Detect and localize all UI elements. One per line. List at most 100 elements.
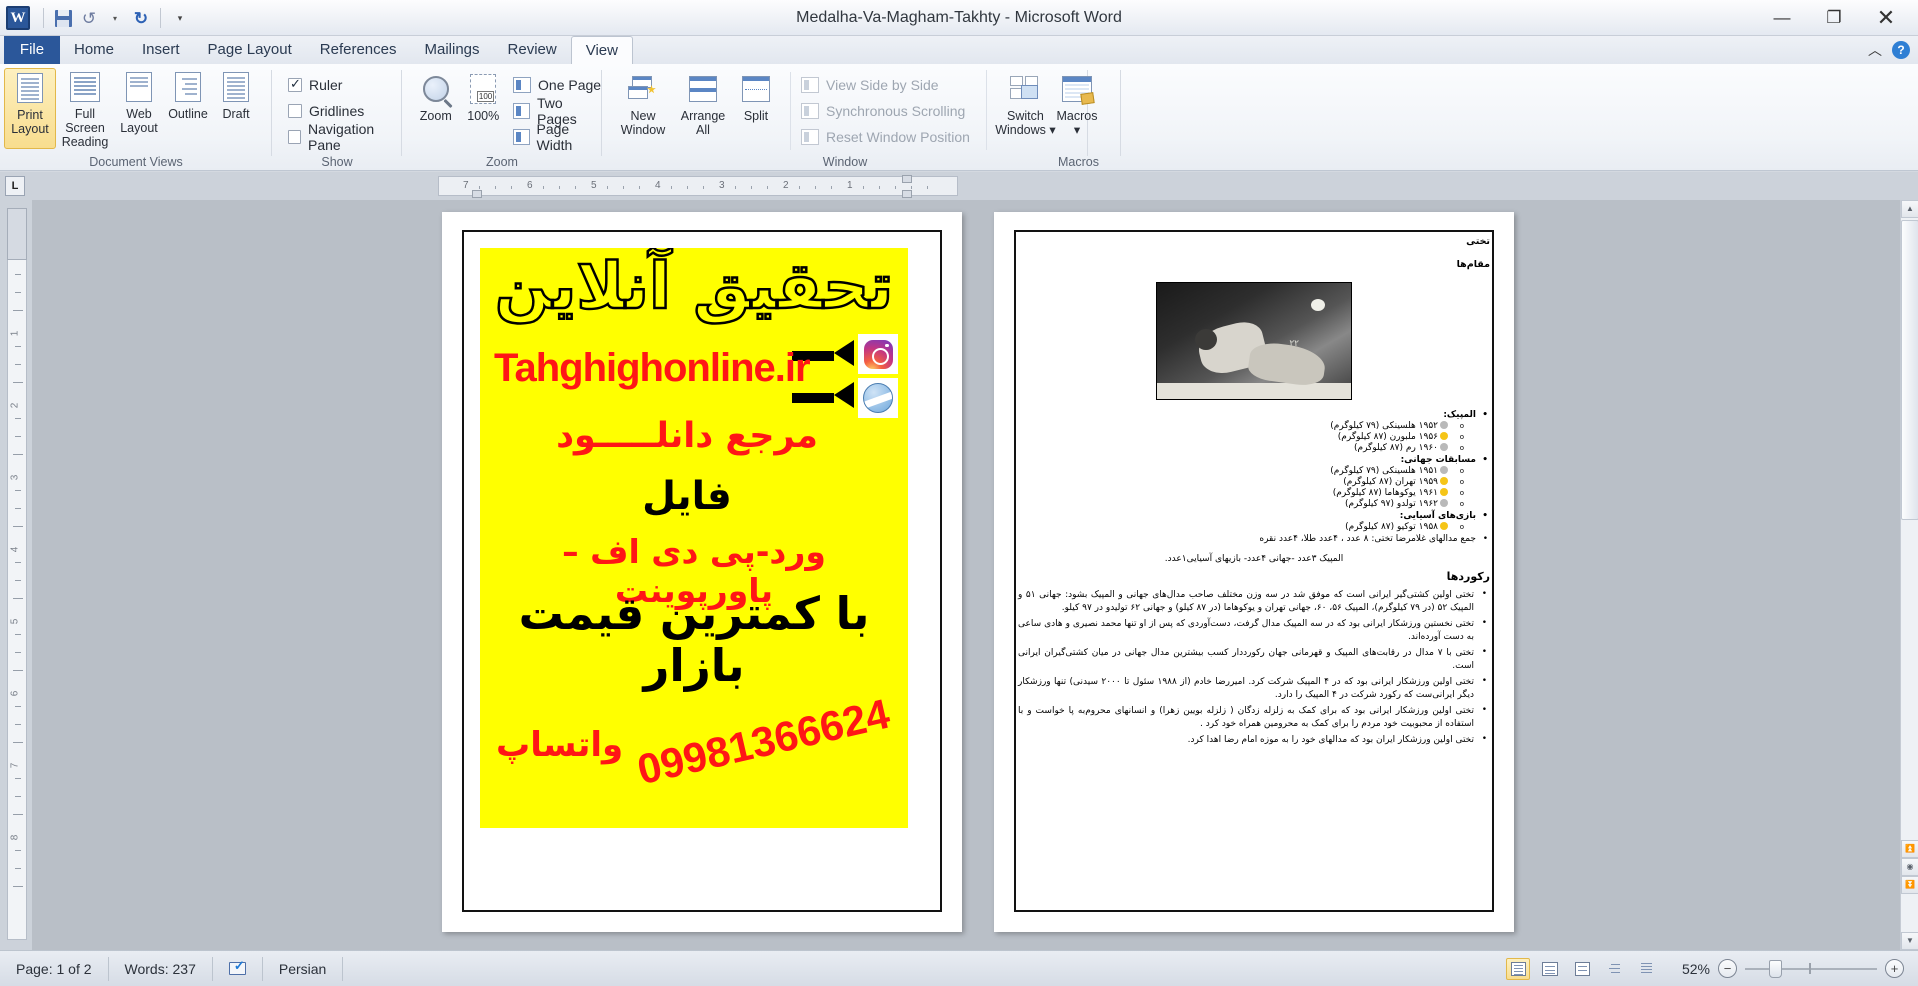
vertical-ruler-margin xyxy=(7,208,27,260)
section-title: مسابقات جهانی: xyxy=(1018,455,1488,465)
minimize-button[interactable]: — xyxy=(1756,3,1808,33)
ad-line-4: فایل xyxy=(642,474,732,519)
indent-marker-left[interactable] xyxy=(472,190,482,198)
previous-page-icon[interactable]: ⏫ xyxy=(1901,840,1918,858)
tab-stop-selector[interactable]: L xyxy=(5,176,25,196)
zoom-100-button[interactable]: 100 100% xyxy=(460,70,508,150)
full-screen-reading-label: Full Screen Reading xyxy=(61,107,109,149)
ruler-mark: 5 xyxy=(591,180,597,191)
indent-marker-right[interactable] xyxy=(902,190,912,198)
split-button[interactable]: Split xyxy=(732,70,780,150)
zoom-100-label: 100% xyxy=(467,109,500,123)
page2-heading-1: تختی xyxy=(1466,236,1490,247)
arrange-all-button[interactable]: Arrange All xyxy=(674,70,732,150)
draft-view-button[interactable] xyxy=(1634,958,1658,980)
zoom-slider[interactable] xyxy=(1745,959,1877,978)
list-item: ۱۹۵۶ ملبورن (۸۷ کیلوگرم) xyxy=(1018,432,1464,442)
title-bar: W ↺ ▾ ↻ ▾ Medalha-Va-Magham-Takhty - Mic… xyxy=(0,0,1918,36)
zoom-button[interactable]: Zoom xyxy=(412,70,460,150)
list-item: ۱۹۶۲ تولدو (۹۷ کیلوگرم) xyxy=(1018,499,1464,509)
page-width-button[interactable]: Page Width xyxy=(513,121,602,153)
wrestling-photo: ٢٢ xyxy=(1156,282,1352,400)
tab-insert[interactable]: Insert xyxy=(128,36,194,64)
record-item: تختی اولین ورزشکار ایرانی بود که برای کم… xyxy=(1018,704,1487,731)
synchronous-scrolling-label: Synchronous Scrolling xyxy=(826,103,966,119)
new-window-button[interactable]: New Window xyxy=(612,70,674,150)
section-title: المپیک: xyxy=(1018,410,1488,420)
zoom-level-label[interactable]: 52% xyxy=(1666,961,1710,977)
next-page-icon[interactable]: ⏬ xyxy=(1901,876,1918,894)
record-item: تختی اولین ورزشکار ایران بود که مدالهای … xyxy=(1018,733,1487,747)
advertisement-image: تحقیق آنلاین Tahghighonline.ir مرجع دانل… xyxy=(480,248,908,828)
indent-marker-first-line[interactable] xyxy=(902,175,912,183)
page-indicator[interactable]: Page: 1 of 2 xyxy=(0,956,109,981)
horizontal-ruler[interactable]: 7 6 5 4 3 2 1 xyxy=(438,176,958,196)
navigation-pane-checkbox[interactable]: Navigation Pane xyxy=(288,121,402,153)
status-right-controls[interactable]: 52% − + xyxy=(1506,957,1918,980)
instagram-icon xyxy=(858,334,898,374)
status-bar: Page: 1 of 2 Words: 237 Persian 52% − + xyxy=(0,950,1918,986)
select-browse-object-icon[interactable]: ◉ xyxy=(1901,858,1918,876)
zoom-in-button[interactable]: + xyxy=(1885,959,1904,978)
scroll-down-icon[interactable]: ▼ xyxy=(1901,932,1918,950)
medal-summary-bullet: جمع مدالهای غلامرضا تختی: ۸ عدد ، ۴عدد ط… xyxy=(1018,534,1488,544)
draft-button[interactable]: Draft xyxy=(212,68,260,149)
web-layout-view-button[interactable] xyxy=(1570,958,1594,980)
tab-review[interactable]: Review xyxy=(494,36,571,64)
one-page-icon xyxy=(513,77,532,93)
tab-references[interactable]: References xyxy=(306,36,411,64)
ad-line-6: با کمترین قیمت بازار xyxy=(518,587,870,692)
record-item: تختی اولین ورزشکار ایرانی بود که در ۴ ال… xyxy=(1018,675,1487,702)
ruler-mark: 2 xyxy=(783,180,789,191)
two-pages-icon xyxy=(513,103,531,119)
spell-check-icon[interactable] xyxy=(213,956,263,981)
tab-page-layout[interactable]: Page Layout xyxy=(194,36,306,64)
scrollbar-thumb[interactable] xyxy=(1901,220,1918,520)
group-label-zoom: Zoom xyxy=(486,155,518,169)
restore-button[interactable]: ❐ xyxy=(1808,3,1860,33)
full-screen-reading-button[interactable]: Full Screen Reading xyxy=(56,68,114,149)
one-page-label: One Page xyxy=(538,77,602,93)
document-canvas[interactable]: تحقیق آنلاین Tahghighonline.ir مرجع دانل… xyxy=(32,200,1900,950)
list-item: ۱۹۵۹ تهران (۸۷ کیلوگرم) xyxy=(1018,477,1464,487)
close-button[interactable]: ✕ xyxy=(1860,3,1912,33)
ruler-mark: 6 xyxy=(9,690,21,697)
zoom-out-button[interactable]: − xyxy=(1718,959,1737,978)
tab-home[interactable]: Home xyxy=(60,36,128,64)
tab-mailings[interactable]: Mailings xyxy=(411,36,494,64)
outline-button[interactable]: Outline xyxy=(164,68,212,149)
vertical-ruler[interactable]: 1 2 3 4 5 6 7 8 xyxy=(7,260,27,940)
scroll-up-icon[interactable]: ▲ xyxy=(1901,200,1918,218)
synchronous-scrolling-button[interactable]: Synchronous Scrolling xyxy=(801,98,970,124)
print-layout-button[interactable]: Print Layout xyxy=(4,68,56,149)
view-side-by-side-button[interactable]: View Side by Side xyxy=(801,72,970,98)
document-page-2[interactable]: تختی مقام‌ها ٢٢ المپیک: ۱۹۵۲ هلسینکی (۷۹… xyxy=(994,212,1514,932)
outline-view-button[interactable] xyxy=(1602,958,1626,980)
minimize-ribbon-icon[interactable]: ︿ xyxy=(1868,40,1882,60)
web-layout-button[interactable]: Web Layout xyxy=(114,68,164,149)
macros-button[interactable]: Macros ▾ xyxy=(1046,70,1108,137)
tab-view[interactable]: View xyxy=(570,36,633,65)
zoom-slider-thumb[interactable] xyxy=(1769,960,1782,978)
ruler-checkbox[interactable]: Ruler xyxy=(288,72,402,98)
record-item: تختی نخستین ورزشکار ایرانی بود که در سه … xyxy=(1018,617,1487,644)
record-item: تختی با ۷ مدال در رقابت‌های المپیک و قهر… xyxy=(1018,646,1487,673)
group-label-document-views: Document Views xyxy=(89,155,183,169)
ribbon-tabs[interactable]: File Home Insert Page Layout References … xyxy=(0,36,1918,65)
ribbon-tab-right-controls[interactable]: ︿ ? xyxy=(1868,40,1910,60)
word-count[interactable]: Words: 237 xyxy=(109,956,213,981)
page2-content[interactable]: تختی مقام‌ها ٢٢ المپیک: ۱۹۵۲ هلسینکی (۷۹… xyxy=(1018,236,1490,908)
ruler-mark: 1 xyxy=(847,180,853,191)
reset-window-position-button[interactable]: Reset Window Position xyxy=(801,124,970,150)
new-window-label: New Window xyxy=(620,109,666,137)
document-page-1[interactable]: تحقیق آنلاین Tahghighonline.ir مرجع دانل… xyxy=(442,212,962,932)
print-layout-view-button[interactable] xyxy=(1506,957,1530,980)
vertical-scrollbar[interactable]: ▲ ⏫ ◉ ⏬ ▼ xyxy=(1900,200,1918,950)
full-screen-reading-view-button[interactable] xyxy=(1538,958,1562,980)
ad-headline: تحقیق آنلاین xyxy=(494,249,896,326)
help-icon[interactable]: ? xyxy=(1892,41,1910,59)
language-indicator[interactable]: Persian xyxy=(263,957,342,981)
window-controls[interactable]: — ❐ ✕ xyxy=(1756,0,1912,36)
tab-file[interactable]: File xyxy=(4,36,60,64)
zoom-label: Zoom xyxy=(419,109,452,123)
